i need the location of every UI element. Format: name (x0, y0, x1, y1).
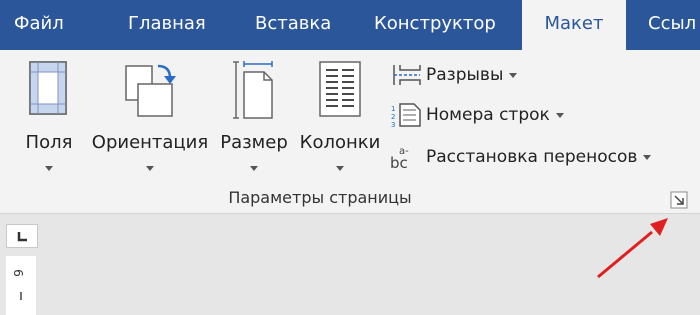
annotation-arrow (597, 218, 668, 279)
